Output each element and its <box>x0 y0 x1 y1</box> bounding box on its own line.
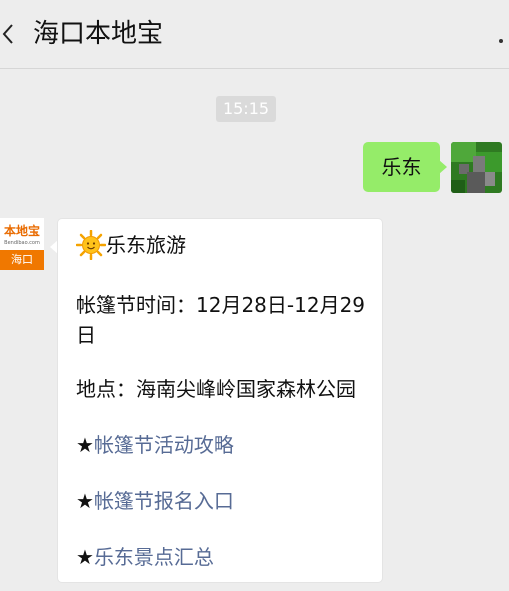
header-bar: 海口本地宝 <box>0 0 509 69</box>
incoming-message: 乐东旅游 帐篷节时间：12月28日-12月29日 地点：海南尖峰岭国家森林公园 … <box>57 218 383 583</box>
outgoing-message[interactable]: 乐东 <box>363 142 440 192</box>
chat-screen: 海口本地宝 15:15 乐东 本地宝 Bendibao.com 海口 乐东旅游 … <box>0 0 509 591</box>
official-account-avatar[interactable]: 本地宝 Bendibao.com 海口 <box>0 218 44 270</box>
event-location-text: 地点：海南尖峰岭国家森林公园 <box>76 377 356 401</box>
star-icon: ★ <box>76 489 94 513</box>
link-row-registration: ★帐篷节报名入口 <box>76 486 376 516</box>
avatar-brand-text: 本地宝 <box>3 224 40 238</box>
message-heading: 乐东旅游 <box>106 233 186 257</box>
page-title: 海口本地宝 <box>33 19 164 49</box>
avatar-image <box>451 142 502 193</box>
message-heading-line: 乐东旅游 <box>76 230 376 260</box>
my-avatar[interactable] <box>451 142 502 193</box>
link-row-guide: ★帐篷节活动攻略 <box>76 430 376 460</box>
avatar-city-text: 海口 <box>0 250 44 270</box>
star-icon: ★ <box>76 545 94 569</box>
link-tent-festival-registration[interactable]: 帐篷节报名入口 <box>94 489 234 513</box>
link-ledong-attractions[interactable]: 乐东景点汇总 <box>94 545 214 569</box>
more-icon[interactable] <box>497 30 505 44</box>
link-row-attractions: ★乐东景点汇总 <box>76 542 376 572</box>
event-time-text: 帐篷节时间：12月28日-12月29日 <box>76 293 366 347</box>
back-icon[interactable] <box>0 21 18 47</box>
avatar-domain-text: Bendibao.com <box>4 240 40 246</box>
sun-icon <box>76 230 106 260</box>
link-tent-festival-guide[interactable]: 帐篷节活动攻略 <box>94 433 234 457</box>
outgoing-bubble-tail <box>439 160 447 174</box>
star-icon: ★ <box>76 433 94 457</box>
message-timestamp: 15:15 <box>216 96 276 122</box>
